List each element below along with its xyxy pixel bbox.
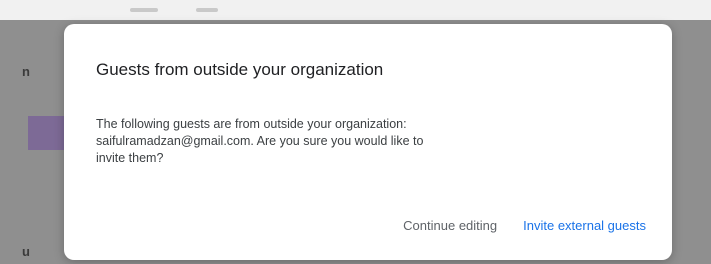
dialog-message-line: invite them? bbox=[96, 151, 164, 165]
background-toolbar-mark bbox=[196, 8, 218, 12]
external-guests-dialog: Guests from outside your organization Th… bbox=[64, 24, 672, 260]
invite-external-guests-button[interactable]: Invite external guests bbox=[517, 212, 652, 239]
background-text-fragment: n bbox=[22, 64, 30, 79]
background-toolbar-mark bbox=[130, 8, 158, 12]
dialog-message-line: saifulramadzan@gmail.com. Are you sure y… bbox=[96, 134, 424, 148]
dialog-title: Guests from outside your organization bbox=[96, 60, 384, 79]
dialog-message-line: The following guests are from outside yo… bbox=[96, 117, 407, 131]
background-text-fragment: u bbox=[22, 244, 30, 259]
dialog-message: The following guests are from outside yo… bbox=[96, 116, 616, 167]
dialog-actions: Continue editing Invite external guests bbox=[397, 212, 652, 239]
continue-editing-button[interactable]: Continue editing bbox=[397, 212, 503, 239]
background-highlight-block bbox=[28, 116, 66, 150]
background-top-bar bbox=[0, 0, 711, 20]
